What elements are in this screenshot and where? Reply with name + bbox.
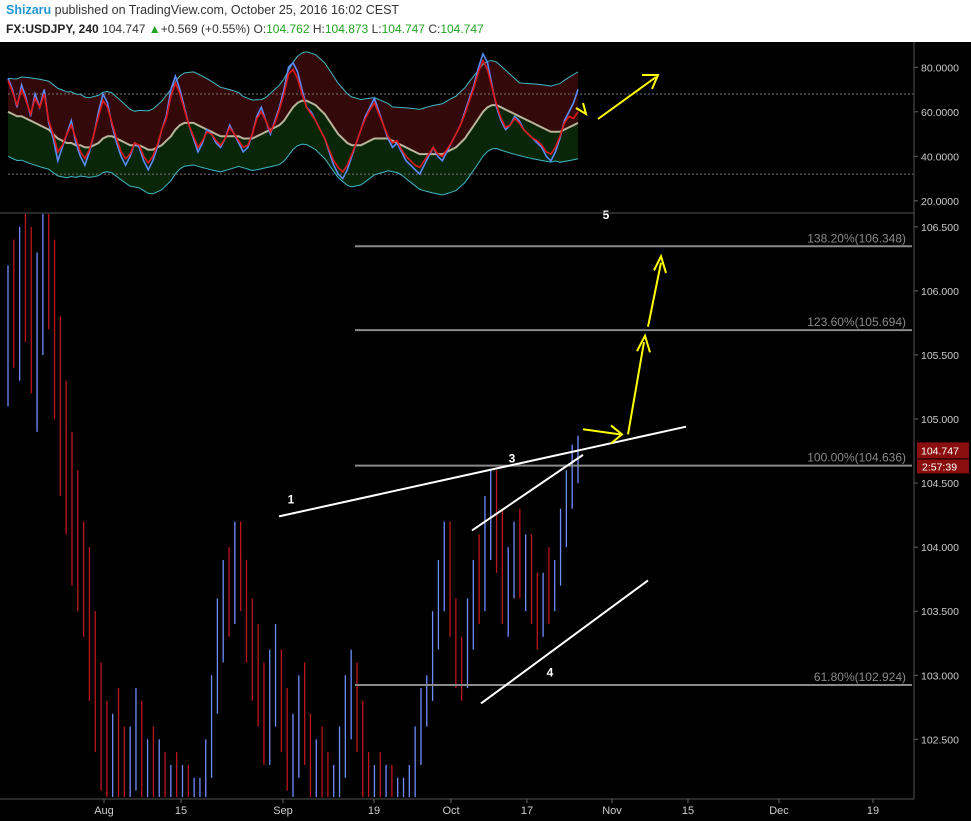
- price-tick-label: 105.000: [921, 414, 959, 426]
- chart-area[interactable]: 138.20%(106.348) 123.60%(105.694) 100.00%(…: [0, 42, 971, 821]
- published-text: published on TradingView.com, October 25…: [54, 3, 400, 17]
- last-price: 104.747: [102, 22, 146, 36]
- close-label: C:: [428, 22, 441, 36]
- time-tick-label: Oct: [442, 805, 459, 817]
- price-tick-label: 106.000: [921, 286, 959, 298]
- time-tick-label: 15: [175, 805, 187, 817]
- price-tick-label: 103.500: [921, 606, 959, 618]
- up-triangle-icon: ▲: [148, 22, 161, 36]
- price-change: +0.569 (+0.55%): [160, 22, 251, 36]
- price-tick-label: 102.500: [921, 734, 959, 746]
- fib-level-label: 138.20%(106.348): [807, 231, 906, 245]
- time-tick-label: Sep: [273, 805, 293, 817]
- last-price-tag-label: 104.747: [921, 445, 959, 457]
- wave-label: 4: [547, 666, 554, 680]
- time-tick-label: 19: [867, 805, 879, 817]
- price-tick-label: 105.500: [921, 350, 959, 362]
- symbol-label[interactable]: FX:USDJPY, 240: [6, 22, 99, 36]
- open-label: O:: [253, 22, 267, 36]
- wave-label: 1: [288, 493, 295, 507]
- author-name[interactable]: Shizaru: [6, 3, 51, 17]
- indicator-tick-label: 20.0000: [921, 196, 959, 208]
- time-tick-label: Dec: [769, 805, 789, 817]
- indicator-tick-label: 80.0000: [921, 62, 959, 74]
- fib-level-label: 61.80%(102.924): [814, 670, 906, 684]
- time-tick-label: 19: [368, 805, 380, 817]
- publish-line: Shizaru published on TradingView.com, Oc…: [6, 3, 399, 17]
- time-tick-label: 15: [682, 805, 694, 817]
- wave-label: 3: [509, 452, 516, 466]
- low-value: 104.747: [381, 22, 425, 36]
- time-tick-label: Nov: [602, 805, 622, 817]
- indicator-tick-label: 40.0000: [921, 151, 959, 163]
- price-tick-label: 104.000: [921, 542, 959, 554]
- chart-header: Shizaru published on TradingView.com, Oc…: [0, 0, 971, 42]
- open-value: 104.762: [266, 22, 310, 36]
- high-label: H:: [312, 22, 325, 36]
- wave-label: 5: [603, 208, 610, 222]
- symbol-line: FX:USDJPY, 240 104.747 ▲+0.569 (+0.55%) …: [6, 22, 484, 36]
- fib-level-label: 123.60%(105.694): [807, 315, 906, 329]
- close-value: 104.747: [440, 22, 484, 36]
- low-label: L:: [371, 22, 382, 36]
- price-tick-label: 106.500: [921, 222, 959, 234]
- countdown-tag-label: 2:57:39: [922, 461, 957, 473]
- price-tick-label: 104.500: [921, 478, 959, 490]
- high-value: 104.873: [324, 22, 369, 36]
- indicator-tick-label: 60.0000: [921, 107, 959, 119]
- fib-level-label: 100.00%(104.636): [807, 451, 906, 465]
- time-tick-label: Aug: [94, 805, 114, 817]
- time-tick-label: 17: [521, 805, 533, 817]
- price-tick-label: 103.000: [921, 670, 959, 682]
